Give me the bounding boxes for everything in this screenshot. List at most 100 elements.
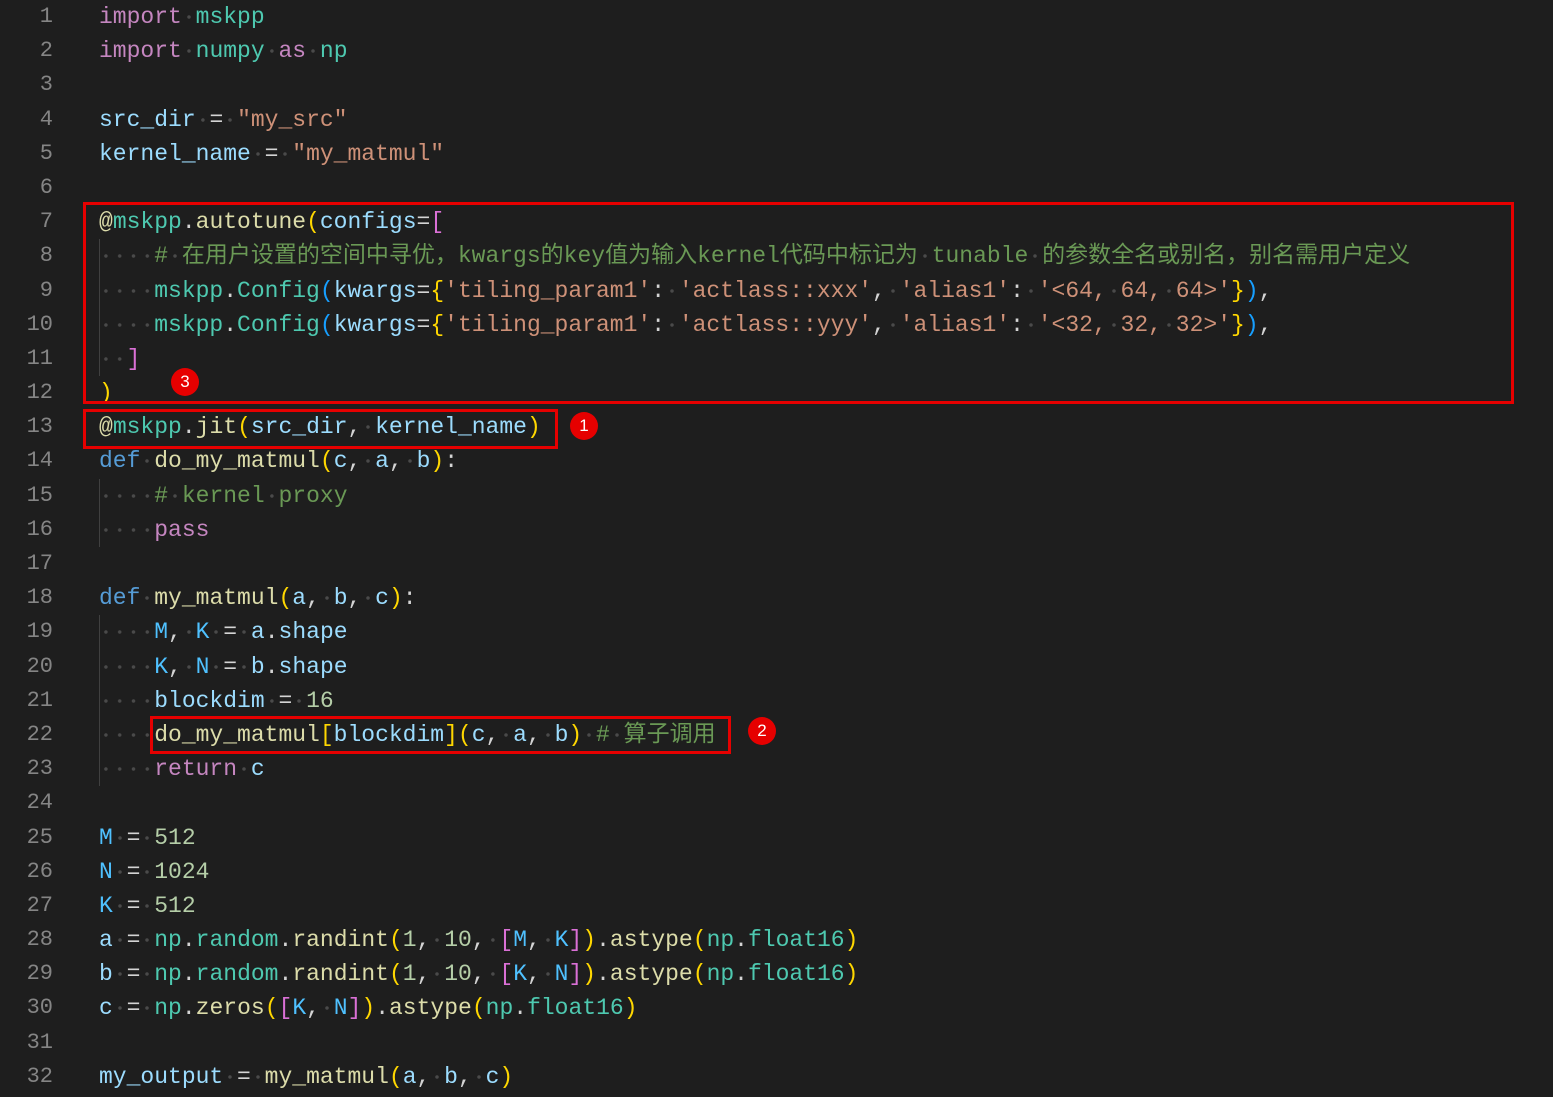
code-line[interactable]: 6 — [0, 171, 1553, 205]
whitespace-marker — [112, 892, 127, 919]
code-token: = — [237, 1063, 265, 1090]
code-text[interactable]: blockdim = 16 — [99, 684, 334, 718]
code-token: N — [333, 995, 348, 1022]
code-line[interactable]: 27 K = 512 — [0, 889, 1553, 923]
code-token: src_dir — [99, 106, 210, 133]
code-line[interactable]: 20 K, N = b.shape — [0, 649, 1553, 684]
whitespace-marker — [361, 585, 376, 612]
code-text[interactable]: pass — [99, 513, 209, 547]
code-line[interactable]: 32 my_output = my_matmul(a, b, c) — [0, 1060, 1553, 1094]
code-token: , — [168, 619, 196, 646]
code-line[interactable]: 19 M, K = a.shape — [0, 615, 1553, 650]
code-text[interactable]: # kernel proxy — [99, 479, 348, 513]
code-token: K — [99, 892, 127, 919]
code-text[interactable]: kernel_name = "my_matmul" — [99, 137, 444, 171]
code-token: ( — [319, 448, 334, 475]
code-text[interactable]: import mskpp — [99, 0, 265, 34]
code-line[interactable]: 2 import numpy as np — [0, 34, 1553, 68]
code-line[interactable]: 23 return c — [0, 752, 1553, 787]
code-token: a — [402, 1063, 417, 1090]
code-token: M — [99, 824, 127, 851]
code-line[interactable]: 17 — [0, 547, 1553, 581]
whitespace-marker — [181, 38, 196, 65]
line-number: 13 — [26, 414, 53, 440]
code-token: np — [485, 995, 514, 1022]
code-token: # kernel proxy — [154, 482, 348, 509]
whitespace-marker — [540, 927, 555, 954]
line-number: 28 — [26, 927, 53, 953]
code-token: np — [154, 995, 182, 1022]
code-text[interactable]: my_output = my_matmul(a, b, c) — [99, 1060, 513, 1094]
whitespace-marker — [140, 961, 155, 988]
line-number: 11 — [26, 345, 53, 371]
code-line[interactable]: 16 pass — [0, 512, 1553, 548]
code-token: = — [209, 106, 238, 133]
code-line[interactable]: 18 def my_matmul(a, b, c): — [0, 581, 1553, 615]
code-text[interactable]: c = np.zeros([K, N]).astype(np.float16) — [99, 991, 638, 1025]
code-token: = — [127, 892, 155, 919]
code-token: 10 — [444, 927, 472, 954]
code-text[interactable]: N = 1024 — [99, 855, 209, 889]
code-token: ) — [582, 961, 597, 988]
code-line[interactable]: 1 import mskpp — [0, 0, 1553, 34]
code-token: . — [596, 927, 610, 954]
code-line[interactable]: 5 kernel_name = "my_matmul" — [0, 137, 1553, 171]
code-token: K — [154, 653, 169, 680]
code-token: my_matmul — [264, 1063, 389, 1090]
code-line[interactable]: 29 b = np.random.randint(1, 10, [K, N]).a… — [0, 957, 1553, 991]
code-token: 10 — [444, 961, 472, 988]
code-text[interactable]: M = 512 — [99, 821, 196, 855]
whitespace-marker — [264, 687, 279, 714]
code-line[interactable]: 26 N = 1024 — [0, 855, 1553, 889]
code-line[interactable]: 24 — [0, 786, 1553, 820]
whitespace-marker — [181, 619, 196, 646]
code-token: ( — [692, 961, 707, 988]
code-text[interactable]: b = np.random.randint(1, 10, [K, N]).ast… — [99, 957, 858, 991]
whitespace-marker — [140, 995, 155, 1022]
code-token: np — [154, 927, 182, 954]
annotation-box-kernel-call — [150, 716, 731, 754]
code-text[interactable]: import numpy as np — [99, 34, 348, 68]
code-token: do_my_matmul — [154, 448, 320, 475]
code-line[interactable]: 28 a = np.random.randint(1, 10, [M, K]).a… — [0, 923, 1553, 957]
code-token: ) — [430, 448, 445, 475]
code-text[interactable]: return c — [99, 752, 265, 786]
code-token: a — [250, 619, 265, 646]
code-token — [99, 687, 155, 714]
code-text[interactable]: src_dir = "my_src" — [99, 103, 347, 137]
whitespace-marker — [140, 892, 155, 919]
code-line[interactable]: 21 blockdim = 16 — [0, 683, 1553, 719]
code-token: b — [99, 961, 127, 988]
code-text[interactable]: def my_matmul(a, b, c): — [99, 581, 417, 615]
code-token — [99, 756, 155, 783]
code-token: . — [264, 619, 279, 646]
code-text[interactable]: a = np.random.randint(1, 10, [M, K]).ast… — [99, 923, 858, 957]
code-token: . — [264, 653, 279, 680]
code-text[interactable]: def do_my_matmul(c, a, b): — [99, 444, 458, 478]
code-token: K — [292, 995, 307, 1022]
code-lines[interactable]: 1 import mskpp 2 import numpy as np 3 4 src_di… — [0, 0, 1553, 1094]
line-number: 31 — [26, 1029, 53, 1055]
whitespace-marker — [168, 482, 182, 509]
code-text[interactable]: K = 512 — [99, 889, 196, 923]
whitespace-marker — [140, 824, 155, 851]
whitespace-marker — [319, 995, 334, 1022]
line-number: 24 — [26, 790, 53, 816]
code-editor[interactable]: 1 import mskpp 2 import numpy as np 3 4 src_di… — [0, 0, 1553, 1097]
code-line[interactable]: 4 src_dir = "my_src" — [0, 103, 1553, 137]
code-token: b — [444, 1063, 458, 1090]
code-line[interactable]: 15 # kernel proxy — [0, 478, 1553, 514]
code-token: zeros — [195, 995, 265, 1022]
code-token: random — [195, 961, 279, 988]
code-line[interactable]: 3 — [0, 68, 1553, 102]
code-line[interactable]: 31 — [0, 1026, 1553, 1060]
code-line[interactable]: 14 def do_my_matmul(c, a, b): — [0, 444, 1553, 478]
code-text[interactable]: M, K = a.shape — [99, 615, 348, 649]
code-token — [99, 619, 155, 646]
code-line[interactable]: 25 M = 512 — [0, 821, 1553, 855]
whitespace-marker — [112, 961, 127, 988]
code-text[interactable]: K, N = b.shape — [99, 650, 348, 684]
code-token: M — [154, 619, 169, 646]
line-number: 32 — [26, 1063, 53, 1089]
code-line[interactable]: 30 c = np.zeros([K, N]).astype(np.float16… — [0, 991, 1553, 1025]
